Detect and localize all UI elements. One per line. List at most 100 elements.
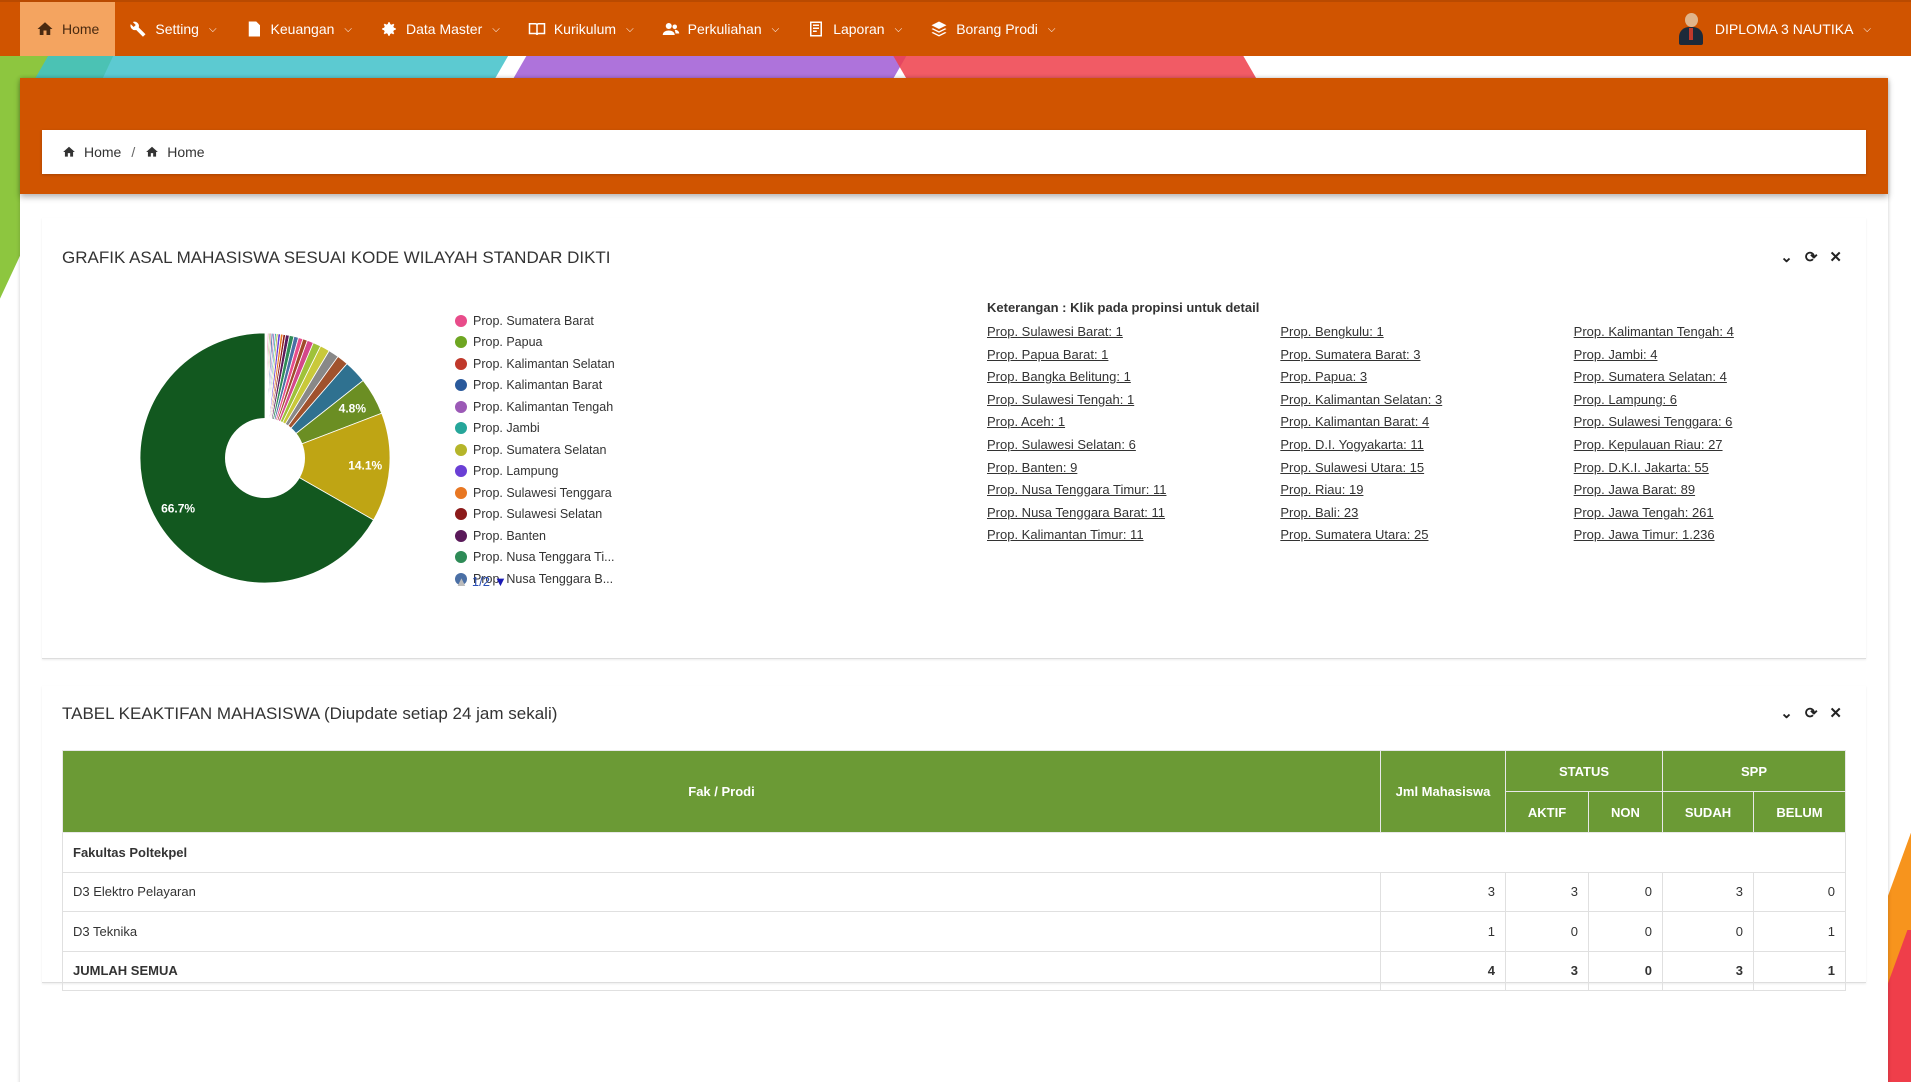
province-link[interactable]: Prop. Sumatera Barat: 3	[1280, 344, 1573, 367]
total-belum: 1	[1753, 950, 1846, 991]
breadcrumb-home-link[interactable]: Home	[84, 144, 121, 160]
table-row: D3 Teknika 1 0 0 0 1	[62, 911, 1846, 952]
province-link[interactable]: Prop. Aceh: 1	[987, 411, 1280, 434]
collapse-icon[interactable]: ⌄	[1780, 248, 1793, 266]
chart-card-title: GRAFIK ASAL MAHASISWA SESUAI KODE WILAYA…	[62, 248, 611, 267]
wrench-icon	[129, 20, 147, 38]
province-link[interactable]: Prop. Sumatera Utara: 25	[1280, 524, 1573, 547]
province-link[interactable]: Prop. Riau: 19	[1280, 479, 1573, 502]
province-link[interactable]: Prop. Kalimantan Tengah: 4	[1574, 321, 1867, 344]
province-link[interactable]: Prop. Sulawesi Tengah: 1	[987, 389, 1280, 412]
legend-dot	[455, 465, 467, 478]
keterangan-column: Prop. Bengkulu: 1 Prop. Sumatera Barat: 3…	[1280, 321, 1573, 547]
nav-borang-prodi[interactable]: Borang Prodi ⌵	[916, 2, 1069, 56]
breadcrumb-separator: /	[131, 144, 136, 160]
legend-item[interactable]: Prop. Sulawesi Selatan	[455, 504, 615, 526]
document-icon	[245, 20, 263, 38]
legend-dot	[455, 551, 467, 564]
total-jml: 4	[1380, 950, 1506, 991]
legend-item[interactable]: Prop. Banten	[455, 525, 615, 547]
nav-perkuliahan[interactable]: Perkuliahan ⌵	[648, 2, 794, 56]
row-non: 0	[1588, 911, 1663, 952]
province-link[interactable]: Prop. D.I. Yogyakarta: 11	[1280, 434, 1573, 457]
legend-item[interactable]: Prop. Kalimantan Barat	[455, 375, 615, 397]
province-link[interactable]: Prop. Kalimantan Timur: 11	[987, 524, 1280, 547]
home-icon	[63, 146, 75, 157]
pager-text: 1/2	[471, 574, 490, 589]
nav-borang-prodi-label: Borang Prodi	[956, 21, 1038, 37]
province-link[interactable]: Prop. Jawa Barat: 89	[1574, 479, 1867, 502]
province-link[interactable]: Prop. Sulawesi Tenggara: 6	[1574, 411, 1867, 434]
province-link[interactable]: Prop. Bali: 23	[1280, 502, 1573, 525]
legend-label: Prop. Kalimantan Tengah	[473, 399, 614, 414]
chevron-down-icon: ⌵	[626, 23, 634, 35]
top-navbar: Home Setting ⌵ Keuangan ⌵ Data Master ⌵ …	[0, 0, 1911, 56]
refresh-icon[interactable]: ⟳	[1805, 704, 1818, 722]
user-menu[interactable]: DIPLOMA 3 NAUTIKA ⌵	[1677, 11, 1871, 47]
keterangan: Keterangan : Klik pada propinsi untuk de…	[987, 300, 1867, 547]
legend-item[interactable]: Prop. Lampung	[455, 461, 615, 483]
legend-item[interactable]: Prop. Jambi	[455, 418, 615, 440]
col-spp: SPP	[1662, 750, 1846, 792]
nav-setting[interactable]: Setting ⌵	[115, 2, 230, 56]
total-name: JUMLAH SEMUA	[62, 950, 1381, 991]
chevron-down-icon: ⌵	[894, 23, 903, 35]
keterangan-columns: Prop. Sulawesi Barat: 1 Prop. Papua Barat…	[987, 321, 1867, 547]
legend-dot	[455, 486, 467, 499]
home-icon	[36, 20, 54, 38]
nav-keuangan[interactable]: Keuangan ⌵	[231, 2, 366, 56]
province-link[interactable]: Prop. D.K.I. Jakarta: 55	[1574, 457, 1867, 480]
pager-down-icon[interactable]: ▼	[494, 574, 507, 589]
row-belum: 1	[1753, 911, 1846, 952]
legend-item[interactable]: Prop. Papua	[455, 332, 615, 354]
province-link[interactable]: Prop. Banten: 9	[987, 457, 1280, 480]
close-icon[interactable]: ✕	[1829, 704, 1842, 722]
legend-label: Prop. Nusa Tenggara Ti...	[473, 550, 615, 565]
legend-item[interactable]: Prop. Kalimantan Selatan	[455, 353, 615, 375]
nav-data-master[interactable]: Data Master ⌵	[366, 2, 514, 56]
pie-data-label: 66.7%	[161, 501, 195, 515]
province-link[interactable]: Prop. Nusa Tenggara Barat: 11	[987, 502, 1280, 525]
legend-item[interactable]: Prop. Sulawesi Tenggara	[455, 482, 615, 504]
collapse-icon[interactable]: ⌄	[1780, 704, 1793, 722]
province-link[interactable]: Prop. Lampung: 6	[1574, 389, 1867, 412]
table-card: TABEL KEAKTIFAN MAHASISWA (Diupdate seti…	[42, 686, 1866, 991]
keterangan-title: Keterangan : Klik pada propinsi untuk de…	[987, 300, 1260, 315]
province-link[interactable]: Prop. Papua Barat: 1	[987, 344, 1280, 367]
legend-dot	[455, 400, 467, 413]
province-link[interactable]: Prop. Bangka Belitung: 1	[987, 366, 1280, 389]
province-link[interactable]: Prop. Kalimantan Selatan: 3	[1280, 389, 1573, 412]
nav-kurikulum[interactable]: Kurikulum ⌵	[514, 2, 648, 56]
nav-laporan[interactable]: Laporan ⌵	[793, 2, 916, 56]
chevron-down-icon: ⌵	[344, 23, 352, 35]
province-link[interactable]: Prop. Jawa Tengah: 261	[1574, 502, 1867, 525]
legend-item[interactable]: Prop. Sumatera Selatan	[455, 439, 615, 461]
legend-label: Prop. Jambi	[473, 421, 540, 436]
refresh-icon[interactable]: ⟳	[1805, 248, 1818, 266]
col-sudah: SUDAH	[1662, 791, 1754, 833]
province-link[interactable]: Prop. Sulawesi Utara: 15	[1280, 457, 1573, 480]
province-link[interactable]: Prop. Papua: 3	[1280, 366, 1573, 389]
pager-up-icon[interactable]: ▲	[455, 574, 468, 589]
province-link[interactable]: Prop. Jambi: 4	[1574, 344, 1867, 367]
province-link[interactable]: Prop. Sumatera Selatan: 4	[1574, 366, 1867, 389]
province-link[interactable]: Prop. Kepulauan Riau: 27	[1574, 434, 1867, 457]
legend-dot	[455, 379, 467, 392]
province-link[interactable]: Prop. Nusa Tenggara Timur: 11	[987, 479, 1280, 502]
province-link[interactable]: Prop. Sulawesi Barat: 1	[987, 321, 1280, 344]
main-panel: Home / Home GRAFIK ASAL MAHASISWA SESUAI…	[20, 78, 1888, 1082]
nav-home[interactable]: Home	[20, 2, 116, 56]
legend-label: Prop. Sumatera Selatan	[473, 442, 607, 457]
province-link[interactable]: Prop. Bengkulu: 1	[1280, 321, 1573, 344]
nav-keuangan-label: Keuangan	[270, 21, 335, 37]
keterangan-column: Prop. Sulawesi Barat: 1 Prop. Papua Barat…	[987, 321, 1280, 547]
legend-item[interactable]: Prop. Sumatera Barat	[455, 310, 615, 332]
legend-item[interactable]: Prop. Kalimantan Tengah	[455, 396, 615, 418]
chevron-down-icon: ⌵	[771, 23, 780, 35]
close-icon[interactable]: ✕	[1829, 248, 1842, 266]
province-link[interactable]: Prop. Kalimantan Barat: 4	[1280, 411, 1573, 434]
legend-pager: ▲ 1/2 ▼	[455, 574, 507, 589]
legend-item[interactable]: Prop. Nusa Tenggara Ti...	[455, 547, 615, 569]
province-link[interactable]: Prop. Jawa Timur: 1.236	[1574, 524, 1867, 547]
province-link[interactable]: Prop. Sulawesi Selatan: 6	[987, 434, 1280, 457]
